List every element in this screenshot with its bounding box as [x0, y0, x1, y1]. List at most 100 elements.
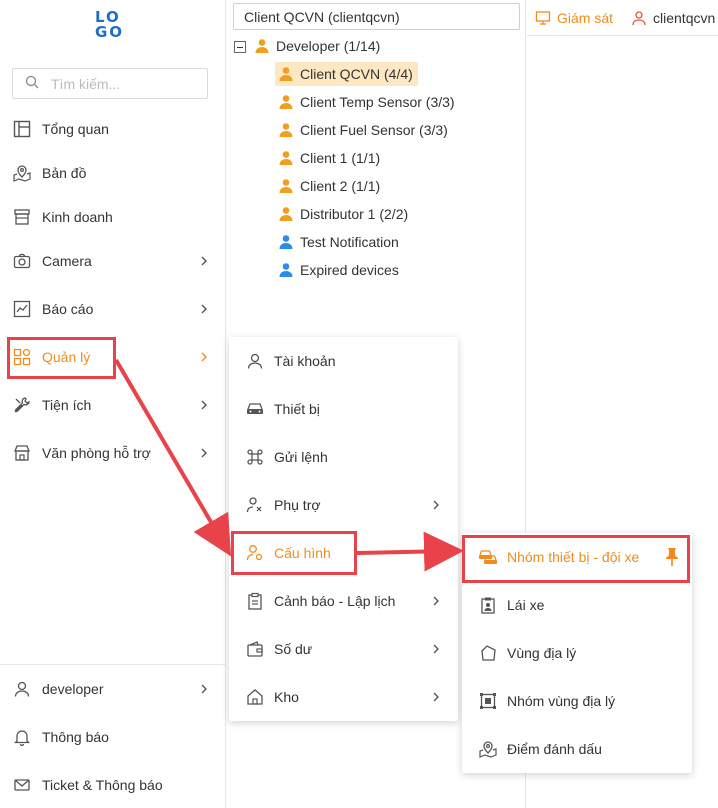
menu-item-label: Gửi lệnh — [274, 449, 328, 465]
menu-item-send-command[interactable]: Gửi lệnh — [229, 433, 458, 481]
bell-icon — [12, 727, 32, 747]
menu-item-devices[interactable]: Thiết bị — [229, 385, 458, 433]
menu-item-driver[interactable]: Lái xe — [462, 581, 692, 629]
sidebar-item-label: Văn phòng hỗ trợ — [42, 445, 151, 461]
person-icon — [279, 95, 293, 109]
search-input[interactable] — [51, 75, 191, 92]
wallet-icon — [245, 639, 265, 659]
dashboard-icon — [12, 119, 32, 139]
sidebar-item-management[interactable]: Quản lý — [0, 345, 226, 369]
menu-item-geo-zone[interactable]: Vùng địa lý — [462, 629, 692, 677]
menu-item-markers[interactable]: Điểm đánh dấu — [462, 725, 692, 773]
tree-root-label: Developer (1/14) — [276, 38, 381, 54]
menu-item-label: Vùng địa lý — [507, 645, 577, 661]
menu-item-device-groups[interactable]: Nhóm thiết bị - đội xe — [462, 533, 692, 581]
tree-item-label: Client Temp Sensor (3/3) — [300, 94, 455, 110]
tree-item-label: Client Fuel Sensor (3/3) — [300, 122, 448, 138]
menu-item-label: Nhóm thiết bị - đội xe — [507, 549, 640, 565]
tree-item[interactable]: Expired devices — [275, 258, 404, 282]
sidebar-item-label: Camera — [42, 253, 92, 269]
user-menu[interactable]: clientqcvn — [631, 10, 715, 26]
store-icon — [12, 207, 32, 227]
office-icon — [12, 443, 32, 463]
sidebar-item-user[interactable]: developer — [0, 677, 226, 701]
report-icon — [12, 299, 32, 319]
sidebar-item-support-office[interactable]: Văn phòng hỗ trợ — [0, 441, 226, 465]
tree-item[interactable]: Distributor 1 (2/2) — [275, 202, 413, 226]
sidebar: LO GO Tổng quan Bản đồ Kinh doanh Camera… — [0, 0, 226, 808]
tree-item-label: Expired devices — [300, 262, 399, 278]
sidebar-item-tickets[interactable]: Ticket & Thông báo — [0, 773, 226, 797]
menu-item-geo-zone-group[interactable]: Nhóm vùng địa lý — [462, 677, 692, 725]
chevron-right-icon — [428, 689, 444, 705]
menu-item-label: Cảnh báo - Lập lịch — [274, 593, 396, 609]
chevron-right-icon — [196, 397, 212, 413]
sidebar-item-camera[interactable]: Camera — [0, 249, 226, 273]
tree-item-label: Client 2 (1/1) — [300, 178, 381, 194]
sidebar-item-map[interactable]: Bản đồ — [0, 161, 226, 185]
menu-item-auxiliary[interactable]: Phụ trợ — [229, 481, 458, 529]
person-icon — [279, 207, 293, 221]
sidebar-item-reports[interactable]: Báo cáo — [0, 297, 226, 321]
tree-item-label: Client 1 (1/1) — [300, 150, 381, 166]
monitor-tab[interactable]: Giám sát — [535, 10, 613, 26]
sidebar-item-notifications[interactable]: Thông báo — [0, 725, 226, 749]
tree-root[interactable]: Developer (1/14) — [251, 34, 385, 58]
ticket-icon — [12, 775, 32, 795]
zone-group-icon — [478, 691, 498, 711]
sidebar-item-label: Tiện ích — [42, 397, 92, 413]
logo-line-2: GO — [95, 23, 125, 41]
user-icon — [632, 10, 646, 25]
sidebar-item-label: Báo cáo — [42, 301, 94, 317]
sidebar-divider — [0, 664, 226, 665]
menu-item-configuration[interactable]: Cấu hình — [229, 529, 458, 577]
car-icon — [245, 399, 265, 419]
sidebar-item-label: Thông báo — [42, 729, 109, 745]
clipboard-icon — [245, 591, 265, 611]
search-box[interactable] — [12, 68, 208, 99]
menu-item-label: Kho — [274, 689, 299, 705]
menu-item-label: Lái xe — [507, 597, 545, 613]
collapse-toggle[interactable] — [234, 41, 246, 53]
user-label: clientqcvn — [653, 9, 716, 26]
person-icon — [279, 123, 293, 137]
chevron-right-icon — [428, 593, 444, 609]
menu-item-account[interactable]: Tài khoản — [229, 337, 458, 385]
warehouse-icon — [245, 687, 265, 707]
tree-item-label: Client QCVN (4/4) — [300, 66, 413, 82]
top-bar: Giám sát clientqcvn — [527, 0, 718, 36]
tools-icon — [12, 395, 32, 415]
menu-item-label: Số dư — [274, 641, 313, 657]
menu-item-label: Tài khoản — [274, 353, 336, 369]
menu-item-label: Cấu hình — [274, 545, 331, 561]
menu-item-label: Điểm đánh dấu — [507, 741, 602, 757]
logo[interactable]: LO GO — [95, 10, 127, 42]
marker-icon — [478, 739, 498, 759]
driver-icon — [478, 595, 498, 615]
tree-item[interactable]: Client 1 (1/1) — [275, 146, 385, 170]
tree-item[interactable]: Test Notification — [275, 230, 404, 254]
sidebar-item-business[interactable]: Kinh doanh — [0, 205, 226, 229]
sidebar-item-utilities[interactable]: Tiện ích — [0, 393, 226, 417]
tree-item[interactable]: Client Temp Sensor (3/3) — [275, 90, 460, 114]
menu-item-label: Thiết bị — [274, 401, 320, 417]
person-icon — [255, 39, 269, 53]
sidebar-item-overview[interactable]: Tổng quan — [0, 117, 226, 141]
chevron-right-icon — [196, 253, 212, 269]
account-select[interactable]: Client QCVN (clientqcvn) — [233, 3, 520, 30]
pin-icon[interactable] — [664, 547, 680, 567]
grid-icon — [12, 347, 32, 367]
tree-item-label: Distributor 1 (2/2) — [300, 206, 409, 222]
sidebar-item-label: Bản đồ — [42, 165, 87, 181]
menu-item-balance[interactable]: Số dư — [229, 625, 458, 673]
tree-item-client-qcvn[interactable]: Client QCVN (4/4) — [275, 62, 418, 86]
tree-item[interactable]: Client 2 (1/1) — [275, 174, 385, 198]
chevron-right-icon — [428, 641, 444, 657]
chevron-right-icon — [428, 497, 444, 513]
tree-item[interactable]: Client Fuel Sensor (3/3) — [275, 118, 453, 142]
person-icon — [279, 151, 293, 165]
chevron-right-icon — [196, 681, 212, 697]
menu-item-warehouse[interactable]: Kho — [229, 673, 458, 721]
menu-item-alerts-schedule[interactable]: Cảnh báo - Lập lịch — [229, 577, 458, 625]
user-icon — [245, 351, 265, 371]
